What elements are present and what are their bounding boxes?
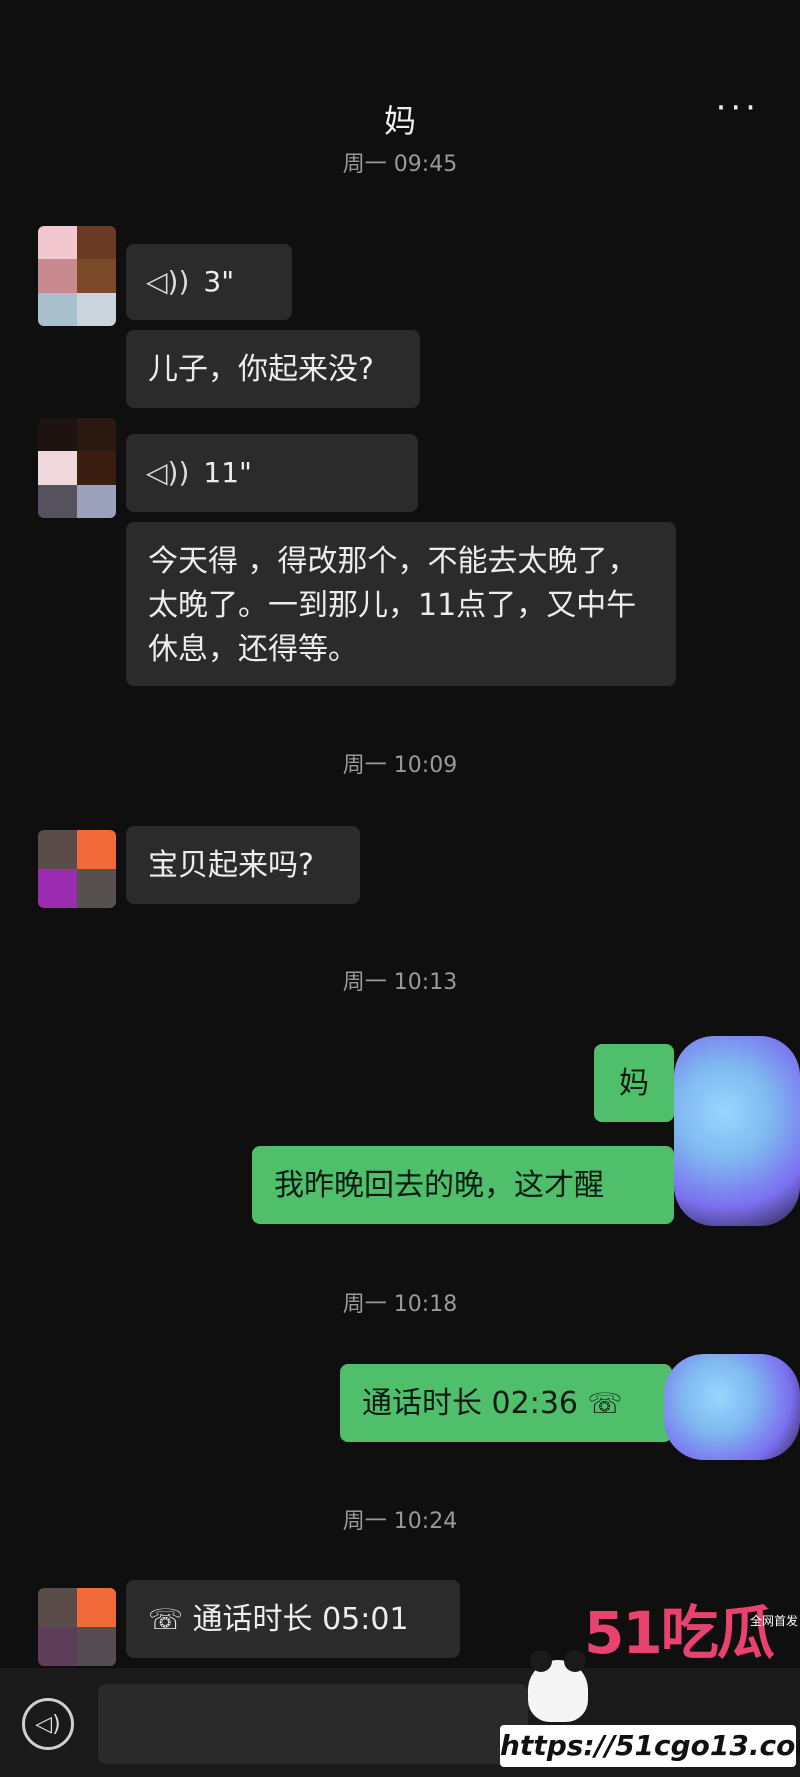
- message-bubble[interactable]: 今天得 ，得改那个，不能去太晚了，太晚了。一到那儿，11点了，又中午休息，还得等…: [126, 522, 676, 686]
- voice-wave-icon: ◁)): [146, 456, 190, 489]
- watermark-brand: 51吃瓜: [584, 1599, 775, 1667]
- message-input[interactable]: [98, 1684, 528, 1764]
- call-duration: 通话时长 02:36: [362, 1386, 578, 1421]
- timestamp: 周一 09:45: [342, 152, 458, 177]
- avatar[interactable]: [38, 418, 116, 518]
- timestamp: 周一 10:13: [342, 970, 458, 995]
- message-bubble-self[interactable]: 妈: [594, 1044, 674, 1122]
- voice-duration: 3": [203, 265, 235, 298]
- watermark-mascot-icon: [528, 1650, 588, 1722]
- message-bubble-self[interactable]: 我昨晚回去的晚，这才醒: [252, 1146, 674, 1224]
- more-icon[interactable]: ···: [716, 91, 760, 125]
- message-text: 今天得 ，得改那个，不能去太晚了，太晚了。一到那儿，11点了，又中午休息，还得等…: [148, 544, 638, 667]
- watermark-tag: 全网首发: [750, 1614, 799, 1628]
- avatar[interactable]: [38, 226, 116, 326]
- message-bubble[interactable]: 儿子，你起来没?: [126, 330, 420, 408]
- voice-wave-icon: ◁)): [146, 265, 190, 298]
- call-duration: 通话时长 05:01: [192, 1602, 409, 1637]
- phone-icon: ☏: [587, 1387, 623, 1420]
- chat-title: 妈: [383, 102, 416, 140]
- call-record[interactable]: ☏ 通话时长 05:01: [126, 1580, 460, 1658]
- voice-input-icon[interactable]: ◁): [22, 1698, 74, 1750]
- message-bubble[interactable]: 宝贝起来吗?: [126, 826, 360, 904]
- self-avatar[interactable]: [664, 1354, 800, 1460]
- self-avatar[interactable]: [674, 1036, 800, 1226]
- avatar[interactable]: [38, 1588, 116, 1666]
- voice-duration: 11": [203, 456, 252, 489]
- avatar[interactable]: [38, 830, 116, 908]
- timestamp: 周一 10:18: [342, 1292, 458, 1317]
- voice-message[interactable]: ◁)) 11": [126, 434, 418, 512]
- timestamp: 周一 10:09: [342, 753, 458, 778]
- phone-icon: ☏: [148, 1603, 184, 1636]
- call-record-self[interactable]: 通话时长 02:36 ☏: [340, 1364, 672, 1442]
- voice-message[interactable]: ◁)) 3": [126, 244, 292, 320]
- timestamp: 周一 10:24: [342, 1509, 458, 1534]
- watermark-url: https://51cgo13.com: [500, 1725, 800, 1767]
